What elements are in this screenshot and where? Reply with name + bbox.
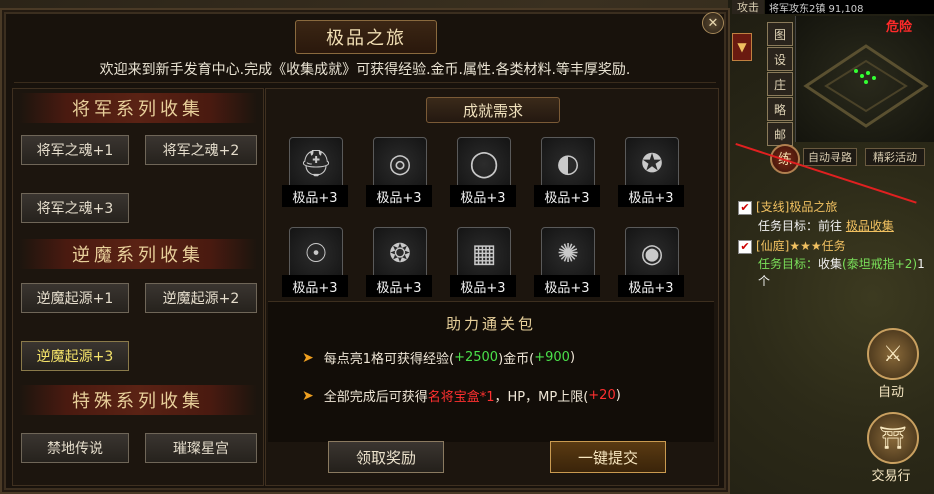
requirement-slot[interactable]: ▦ 极品+3: [450, 227, 516, 307]
requirement-slot[interactable]: ◯ 极品+3: [450, 137, 516, 217]
collection-item-nimo-3[interactable]: 逆魔起源+3: [21, 341, 129, 371]
reward-gold-value: +900: [534, 350, 570, 365]
category-header-general: 将军系列收集: [19, 93, 257, 123]
arrow-right-icon: ➤: [302, 349, 314, 366]
reward-text: )金币(: [498, 352, 535, 367]
category-header-special: 特殊系列收集: [19, 385, 257, 415]
reward-exp-value: +2500: [454, 350, 499, 365]
slot-label: 极品+3: [618, 275, 684, 297]
collection-item-general-1[interactable]: 将军之魂+1: [21, 135, 129, 165]
reward-line-2: ➤ 全部完成后可获得 名将宝盒*1 ，HP，MP上限(+20): [302, 386, 621, 406]
auto-button[interactable]: ⚔ 自动: [855, 328, 927, 400]
amulet-icon: ✺: [541, 227, 595, 281]
side-tab-map[interactable]: 图: [767, 22, 793, 46]
quest-target-label: 任务目标：: [758, 219, 819, 233]
slot-label: 极品+3: [450, 275, 516, 297]
reward-box-item: 名将宝盒*1: [427, 390, 495, 405]
one-click-submit-button[interactable]: 一键提交: [550, 441, 666, 473]
bracelet-icon: ◐: [541, 137, 595, 191]
events-button[interactable]: 精彩活动: [865, 148, 925, 166]
auto-pathfinding-button[interactable]: 自动寻路: [803, 148, 857, 166]
requirement-slot[interactable]: ☉ 极品+3: [282, 227, 348, 307]
quest-text: 收集: [818, 257, 843, 271]
collection-item-nimo-2[interactable]: 逆魔起源+2: [145, 283, 257, 313]
side-tab-mail[interactable]: 邮: [767, 122, 793, 146]
side-tab-manor[interactable]: 庄: [767, 72, 793, 96]
achievement-requirements: 成就需求 ⛑ 极品+3 ◎ 极品+3 ◯ 极品+3 ◐ 极品+3 ✪ 极品+3 ☉ 极品+3…: [265, 88, 719, 486]
requirement-slot[interactable]: ◐ 极品+3: [534, 137, 600, 217]
bracer-icon: ▦: [457, 227, 511, 281]
requirements-title: 成就需求: [426, 97, 560, 123]
auto-button-label: 自动: [877, 385, 904, 400]
reward-hp-mp-value: +20: [588, 388, 616, 403]
slot-label: 极品+3: [366, 185, 432, 207]
collection-item-nimo-1[interactable]: 逆魔起源+1: [21, 283, 129, 313]
quest-target-link[interactable]: 极品收集: [846, 219, 894, 233]
quest-checkbox[interactable]: ✔: [738, 239, 752, 254]
helmet-icon: ⛑: [289, 137, 343, 191]
trade-button-label: 交易行: [871, 469, 911, 484]
requirement-slot[interactable]: ⛑ 极品+3: [282, 137, 348, 217]
reward-text: 每点亮1格可获得经验(: [323, 352, 455, 367]
reward-text: ，HP，MP上限(: [494, 390, 589, 405]
category-header-nimo: 逆魔系列收集: [19, 239, 257, 269]
quest-item[interactable]: (泰坦戒指+2): [842, 257, 917, 271]
trade-button[interactable]: ⛩ 交易行: [855, 412, 927, 484]
requirement-slot[interactable]: ✪ 极品+3: [618, 137, 684, 217]
quest-target-label: 任务目标：: [758, 257, 819, 271]
expand-arrow-icon[interactable]: ▼: [732, 33, 752, 61]
belt-icon: ❂: [373, 227, 427, 281]
requirement-slot[interactable]: ◉ 极品+3: [618, 227, 684, 307]
collection-item-special-1[interactable]: 禁地传说: [21, 433, 129, 463]
quest-target-text: 前往: [818, 219, 843, 233]
claim-reward-button[interactable]: 领取奖励: [328, 441, 444, 473]
reward-text: 全部完成后可获得: [323, 390, 428, 405]
requirement-slot[interactable]: ❂ 极品+3: [366, 227, 432, 307]
slot-label: 极品+3: [534, 275, 600, 297]
requirement-slot[interactable]: ◎ 极品+3: [366, 137, 432, 217]
slot-label: 极品+3: [282, 185, 348, 207]
pagoda-icon: ⛩: [867, 412, 919, 464]
quest-entry-1[interactable]: ✔ [支线]极品之旅 任务目标：前往 极品收集: [738, 198, 932, 234]
slot-label: 极品+3: [366, 275, 432, 297]
slot-label: 极品+3: [450, 185, 516, 207]
close-icon[interactable]: ✕: [702, 12, 724, 34]
slot-label: 极品+3: [534, 185, 600, 207]
medal-icon: ☉: [289, 227, 343, 281]
danger-indicator: 危险: [886, 20, 913, 35]
quest-tag: [仙庭]★★★任务: [756, 239, 846, 253]
minimap-graphic: [803, 44, 929, 128]
requirement-slot[interactable]: ✺ 极品+3: [534, 227, 600, 307]
reward-line-1: ➤ 每点亮1格可获得经验(+2500)金币(+900): [302, 348, 576, 368]
reward-text: ): [569, 350, 576, 365]
reward-title: 助力通关包: [445, 314, 536, 333]
crossed-swords-icon: ⚔: [867, 328, 919, 380]
map-location-bar: 将军攻东2镇 91,108: [765, 0, 934, 15]
arrow-right-icon: ➤: [302, 387, 314, 404]
side-tab-settings[interactable]: 设: [767, 47, 793, 71]
collection-item-general-2[interactable]: 将军之魂+2: [145, 135, 257, 165]
slot-label: 极品+3: [618, 185, 684, 207]
collection-item-general-3[interactable]: 将军之魂+3: [21, 193, 129, 223]
ring-icon: ◯: [457, 137, 511, 191]
side-tab-strategy[interactable]: 略: [767, 97, 793, 121]
ring-icon: ✪: [625, 137, 679, 191]
reward-text: ): [615, 388, 621, 403]
quest-checkbox[interactable]: ✔: [738, 200, 752, 215]
panel-title: 极品之旅: [295, 20, 437, 54]
collection-item-special-2[interactable]: 璀璨星宫: [145, 433, 257, 463]
collection-category-list: 将军系列收集 将军之魂+1 将军之魂+2 将军之魂+3 逆魔系列收集 逆魔起源+…: [12, 88, 264, 486]
necklace-icon: ◎: [373, 137, 427, 191]
slot-label: 极品+3: [282, 275, 348, 297]
attack-mode-tab[interactable]: 攻击: [732, 0, 764, 14]
intro-text: 欢迎来到新手发育中心.完成《收集成就》可获得经验.金币.属性.各类材料.等丰厚奖…: [14, 56, 716, 83]
minimap[interactable]: [795, 16, 934, 142]
reward-section: 助力通关包 ➤ 每点亮1格可获得经验(+2500)金币(+900) ➤ 全部完成…: [268, 301, 714, 442]
quest-tag: [支线]极品之旅: [756, 200, 838, 214]
quest-entry-2[interactable]: ✔ [仙庭]★★★任务 任务目标：收集(泰坦戒指+2)1个: [738, 237, 932, 290]
ring-icon: ◉: [625, 227, 679, 281]
